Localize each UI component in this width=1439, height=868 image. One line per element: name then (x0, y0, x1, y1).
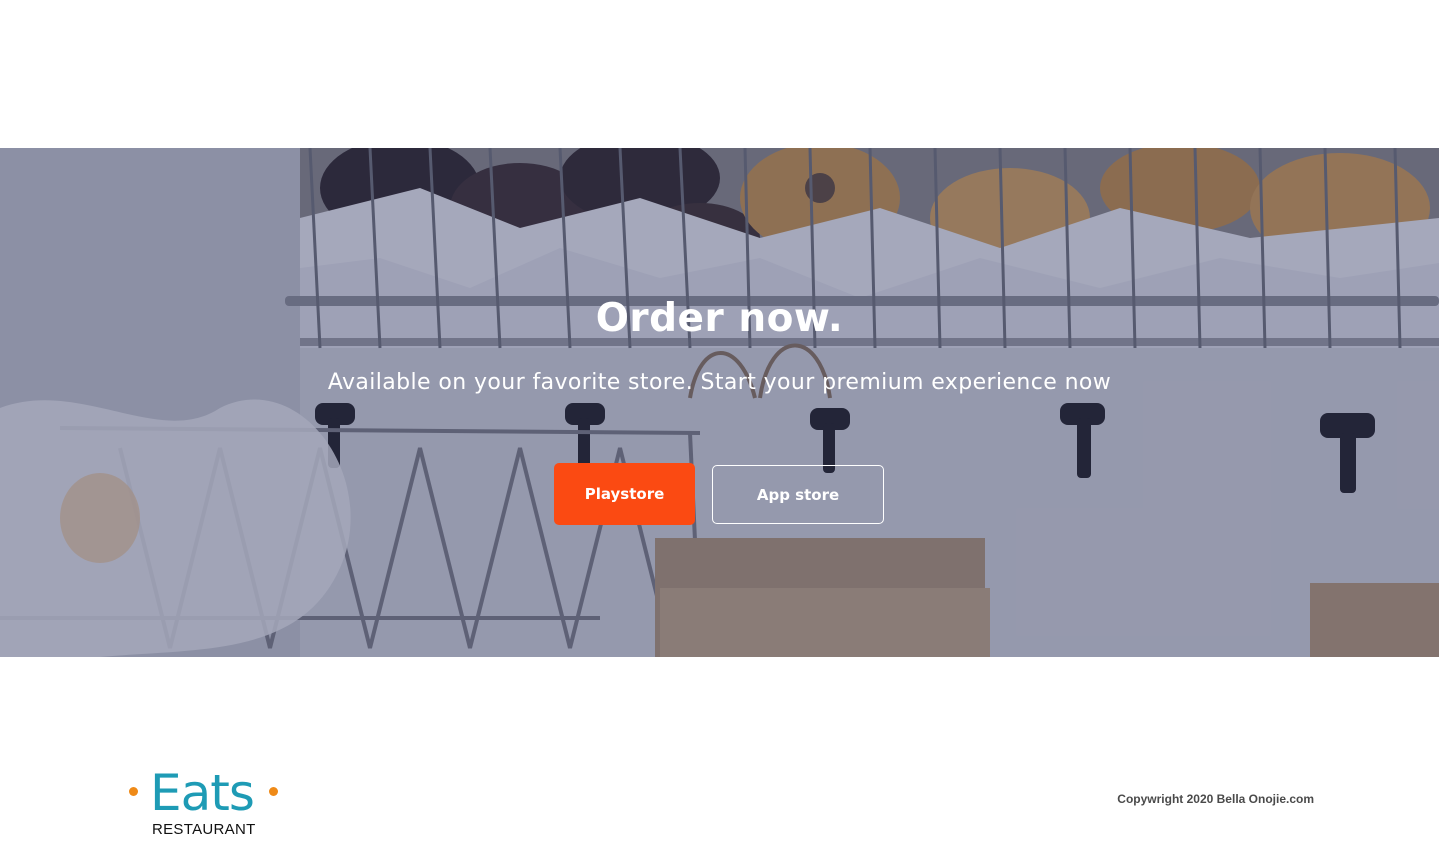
order-now-hero: Order now. Available on your favorite st… (0, 148, 1439, 657)
app-store-button[interactable]: App store (712, 465, 884, 524)
hero-dark-overlay (0, 148, 1439, 657)
copyright-text: Copywright 2020 Bella Onojie.com (1117, 792, 1314, 806)
playstore-button[interactable]: Playstore (554, 463, 695, 525)
logo-subtitle: RESTAURANT (152, 821, 256, 838)
playstore-button-label: Playstore (584, 485, 665, 503)
hero-subtitle: Available on your favorite store. Start … (327, 370, 1112, 395)
eats-restaurant-logo[interactable]: Eats RESTAURANT (126, 764, 286, 842)
logo-left-dot (129, 787, 138, 796)
logo-right-dot (269, 787, 278, 796)
hero-title: Order now. (595, 296, 844, 341)
logo-word: Eats (150, 764, 255, 822)
app-store-button-label: App store (756, 485, 840, 504)
